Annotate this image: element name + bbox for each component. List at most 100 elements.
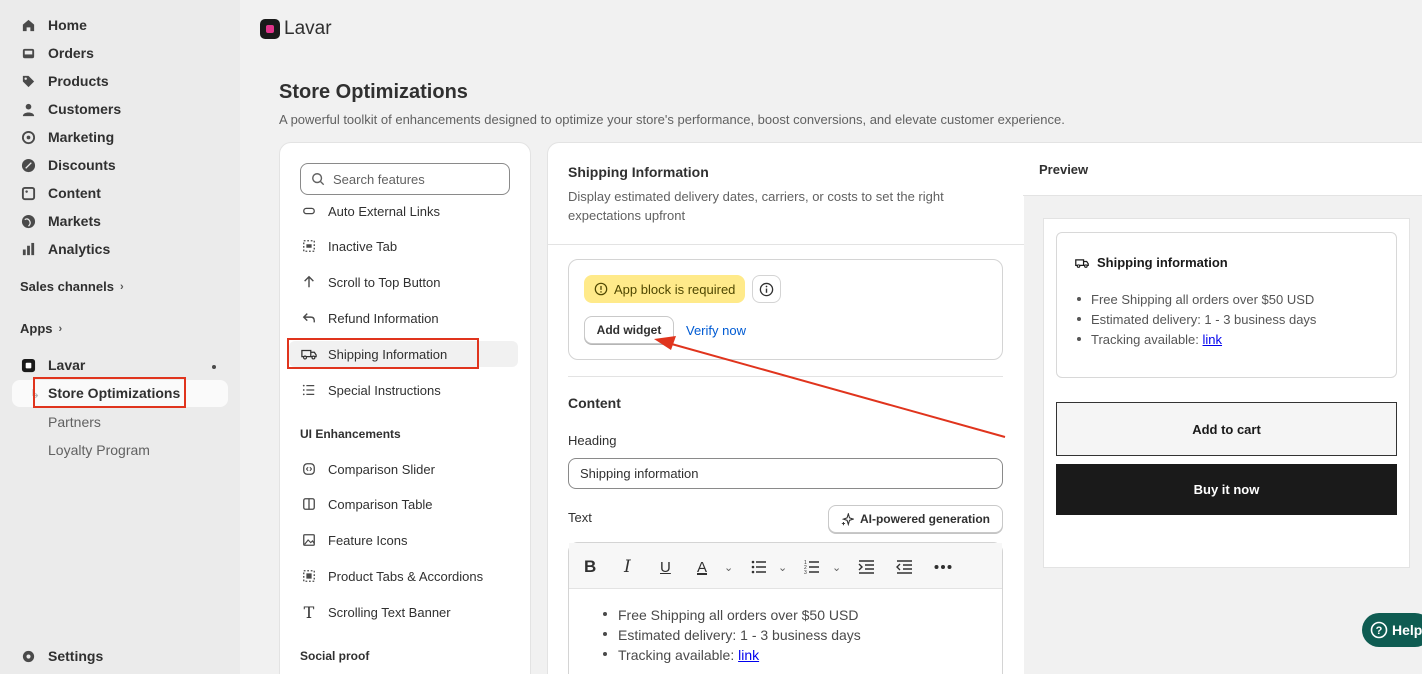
- search-placeholder: Search features: [333, 171, 425, 187]
- discount-icon: [20, 157, 36, 173]
- feature-refund-information[interactable]: Refund Information: [300, 306, 439, 330]
- sidebar-item-loyalty-program[interactable]: Loyalty Program: [48, 442, 150, 458]
- preview-tracking-link[interactable]: link: [1203, 332, 1223, 347]
- nav-marketing[interactable]: Marketing: [20, 125, 114, 149]
- apps-link[interactable]: Apps ›: [20, 321, 62, 336]
- image-icon: [300, 533, 318, 547]
- verify-now-link[interactable]: Verify now: [686, 323, 746, 338]
- feature-feature-icons[interactable]: Feature Icons: [300, 528, 408, 552]
- warning-badge: App block is required: [584, 275, 745, 303]
- bullet-list-icon[interactable]: [751, 558, 767, 576]
- list-icon: [300, 383, 318, 397]
- indent-icon[interactable]: [858, 558, 875, 576]
- nav-home-label: Home: [48, 17, 87, 33]
- nav-analytics[interactable]: Analytics: [20, 237, 110, 261]
- list-item-text: Tracking available:: [618, 647, 739, 663]
- content-icon: [20, 185, 36, 201]
- home-icon: [20, 17, 36, 33]
- tabs-icon: [300, 569, 318, 583]
- chevron-right-icon: ›: [58, 322, 63, 335]
- text-color-icon[interactable]: A: [697, 558, 707, 576]
- tracking-link[interactable]: link: [738, 647, 759, 663]
- chevron-down-icon[interactable]: ⌄: [832, 558, 841, 576]
- list-item: Free Shipping all orders over $50 USD: [618, 607, 859, 623]
- chevron-down-icon[interactable]: ⌄: [724, 558, 733, 576]
- nav-discounts[interactable]: Discounts: [20, 153, 116, 177]
- lavar-app-icon: [20, 357, 36, 373]
- feature-auto-external-links[interactable]: Auto External Links: [300, 199, 440, 218]
- nav-orders-label: Orders: [48, 45, 94, 61]
- feature-scroll-to-top[interactable]: Scroll to Top Button: [300, 270, 441, 294]
- outdent-icon[interactable]: [896, 558, 913, 576]
- sales-channels-link[interactable]: Sales channels ›: [20, 279, 124, 294]
- chevron-down-icon[interactable]: ⌄: [778, 558, 787, 576]
- nav-settings-label: Settings: [48, 648, 104, 664]
- feature-comparison-slider[interactable]: Comparison Slider: [300, 457, 435, 481]
- nav-content[interactable]: Content: [20, 181, 101, 205]
- more-icon[interactable]: [934, 558, 952, 576]
- text-icon: T: [303, 602, 315, 622]
- add-widget-button[interactable]: Add widget: [584, 316, 674, 344]
- feature-scroll-to-top-label: Scroll to Top Button: [328, 274, 441, 290]
- underline-icon[interactable]: U: [660, 558, 671, 576]
- svg-text:?: ?: [1376, 625, 1383, 637]
- info-button[interactable]: [752, 275, 781, 303]
- link-icon: [300, 204, 318, 218]
- tag-icon: [20, 73, 36, 89]
- group-ui-enhancements: UI Enhancements: [300, 427, 401, 441]
- info-icon: [759, 282, 774, 297]
- gear-icon: [20, 648, 36, 664]
- nav-products[interactable]: Products: [20, 69, 109, 93]
- refund-icon: [300, 311, 318, 325]
- sidebar-item-partners[interactable]: Partners: [48, 414, 101, 430]
- bold-icon[interactable]: B: [584, 557, 596, 576]
- list-item: Tracking available: link: [1091, 330, 1316, 350]
- truck-icon: [1075, 257, 1089, 269]
- nav-app-lavar[interactable]: Lavar: [20, 353, 85, 377]
- app-title: Lavar: [284, 18, 332, 39]
- nav-home[interactable]: Home: [20, 13, 87, 37]
- search-icon: [311, 172, 325, 186]
- ai-generation-button[interactable]: AI-powered generation: [828, 505, 1003, 533]
- feature-special-instructions-label: Special Instructions: [328, 382, 441, 398]
- bullet: [603, 632, 607, 636]
- divider: [568, 376, 1003, 377]
- bullet: [1077, 297, 1081, 301]
- preview-list: Free Shipping all orders over $50 USD Es…: [1091, 290, 1316, 350]
- feature-inactive-tab[interactable]: Inactive Tab: [300, 234, 397, 258]
- page-subtitle: A powerful toolkit of enhancements desig…: [279, 112, 1065, 127]
- nav-customers[interactable]: Customers: [20, 97, 121, 121]
- italic-icon[interactable]: I: [624, 557, 631, 577]
- add-to-cart-button[interactable]: Add to cart: [1056, 402, 1397, 456]
- editor-title: Shipping Information: [568, 164, 709, 180]
- editor-text-content[interactable]: Free Shipping all orders over $50 USD Es…: [618, 605, 861, 665]
- help-button[interactable]: ? Help: [1362, 613, 1422, 647]
- sparkle-icon: [841, 512, 854, 526]
- feature-product-tabs-accordions[interactable]: Product Tabs & Accordions: [300, 564, 483, 588]
- heading-input[interactable]: Shipping information: [568, 458, 1003, 489]
- feature-comparison-table-label: Comparison Table: [328, 496, 433, 512]
- editor-description: Display estimated delivery dates, carrie…: [568, 189, 944, 223]
- feature-special-instructions[interactable]: Special Instructions: [300, 378, 441, 402]
- feature-scrolling-text-banner[interactable]: T Scrolling Text Banner: [300, 600, 451, 624]
- page-title: Store Optimizations: [279, 81, 468, 103]
- nav-settings[interactable]: Settings: [20, 644, 103, 668]
- nav-analytics-label: Analytics: [48, 241, 111, 257]
- nav-orders[interactable]: Orders: [20, 41, 94, 65]
- chevron-right-icon: ›: [119, 280, 124, 293]
- list-item-text: Tracking available:: [1091, 332, 1203, 347]
- buy-now-button[interactable]: Buy it now: [1056, 464, 1397, 515]
- feature-list-card: [279, 142, 531, 674]
- nav-markets[interactable]: Markets: [20, 209, 101, 233]
- bullet: [603, 652, 607, 656]
- search-input[interactable]: Search features: [300, 163, 510, 195]
- content-heading: Content: [568, 395, 621, 411]
- numbered-list-icon[interactable]: 123: [804, 558, 820, 576]
- pin-dot-icon[interactable]: [212, 365, 216, 369]
- feature-comparison-table[interactable]: Comparison Table: [300, 492, 433, 516]
- shipping-widget-title: Shipping information: [1075, 255, 1228, 270]
- highlight-box-shipping-information: [287, 338, 479, 369]
- text-label: Text: [568, 510, 592, 525]
- arrow-up-icon: [300, 275, 318, 289]
- shipping-widget-title-text: Shipping information: [1097, 255, 1228, 270]
